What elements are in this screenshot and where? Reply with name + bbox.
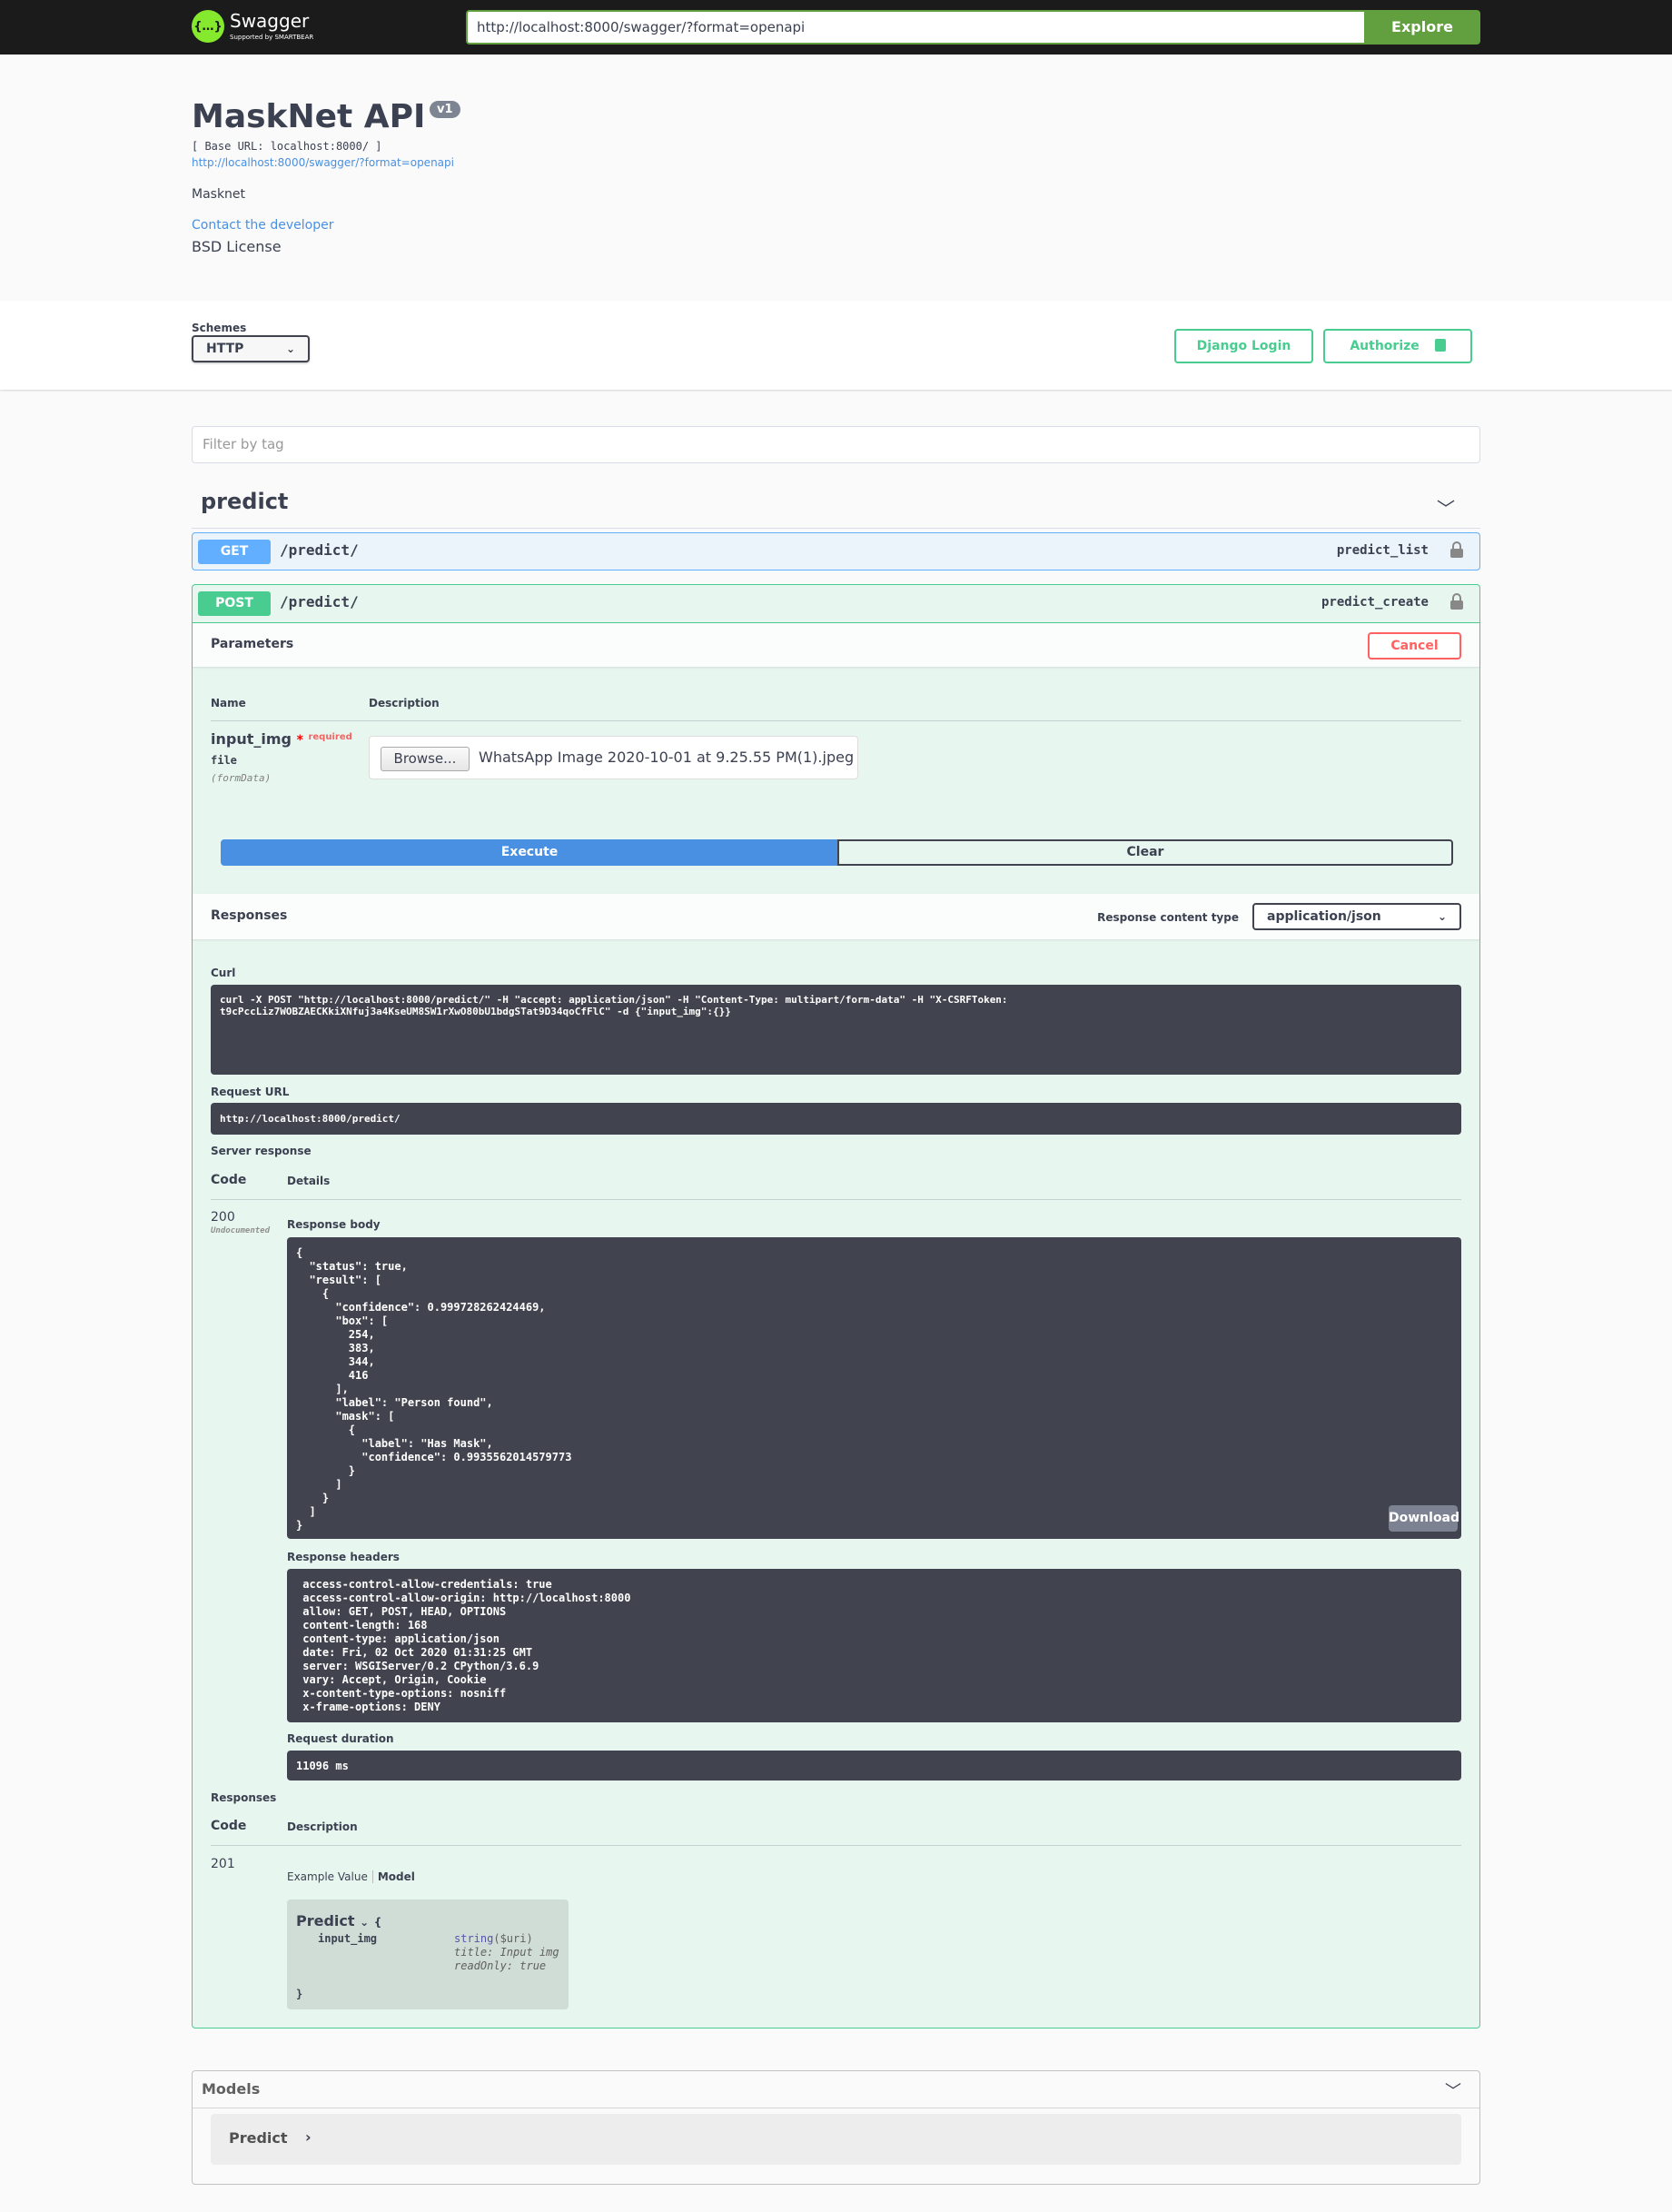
lock-icon[interactable] xyxy=(1450,593,1463,610)
request-duration: 11096 ms xyxy=(287,1751,1461,1781)
explore-button[interactable]: Explore xyxy=(1364,10,1480,45)
cancel-button[interactable]: Cancel xyxy=(1368,632,1461,660)
undocumented-label: Undocumented xyxy=(211,1226,271,1235)
response-body-text: { "status": true, "result": [ { "confide… xyxy=(296,1246,572,1532)
model-prop: input_img xyxy=(318,1932,378,1945)
models-section: Models ﹀ Predict › xyxy=(192,2070,1480,2185)
schemes-select[interactable]: HTTP ⌄ xyxy=(192,335,310,362)
col-code: Code xyxy=(211,1819,247,1833)
model-box: Predict ⌄ { input_img string($uri) title… xyxy=(287,1900,569,2009)
col-description: Description xyxy=(287,1820,358,1833)
operation-id: predict_create xyxy=(1321,595,1429,610)
browse-button[interactable]: Browse... xyxy=(381,747,470,771)
django-login-button[interactable]: Django Login xyxy=(1174,329,1313,363)
spec-link[interactable]: http://localhost:8000/swagger/?format=op… xyxy=(192,156,454,169)
responses-title: Responses xyxy=(211,908,288,923)
tab-model[interactable]: Model xyxy=(378,1870,415,1883)
responses-label: Responses xyxy=(211,1791,277,1804)
model-prop-readonly: readOnly: true xyxy=(454,1959,547,1972)
selected-file-name: WhatsApp Image 2020-10-01 at 9.25.55 PM(… xyxy=(479,749,855,766)
parameters-header: Parameters Cancel xyxy=(193,623,1479,667)
required-label: required xyxy=(308,732,352,742)
operation-path: /predict/ xyxy=(280,541,359,559)
col-details: Details xyxy=(287,1175,331,1187)
param-in: (formData) xyxy=(211,772,272,784)
response-content-type-label: Response content type xyxy=(1097,911,1239,924)
response-content-type-select[interactable]: application/json ⌄ xyxy=(1252,903,1461,930)
swagger-logo[interactable]: {…} Swagger Supported by SMARTBEAR xyxy=(192,10,313,43)
tab-example-value[interactable]: Example Value xyxy=(287,1870,368,1883)
spec-url-input[interactable]: http://localhost:8000/swagger/?format=op… xyxy=(466,10,1365,45)
lock-icon[interactable] xyxy=(1450,541,1463,558)
response-body-label: Response body xyxy=(287,1218,381,1231)
curl-label: Curl xyxy=(211,967,236,979)
param-name: input_img * required xyxy=(211,730,352,748)
divider xyxy=(211,1199,1461,1200)
divider xyxy=(211,1845,1461,1846)
model-close-brace: } xyxy=(296,1988,303,2000)
divider xyxy=(211,720,1461,721)
server-response-label: Server response xyxy=(211,1145,312,1157)
schemes-label: Schemes xyxy=(192,322,247,334)
swagger-logo-icon: {…} xyxy=(192,10,224,43)
license: BSD License xyxy=(192,238,282,255)
chevron-down-icon[interactable]: ﹀ xyxy=(1445,2078,1461,2102)
version-badge: v1 xyxy=(430,101,460,118)
clear-button[interactable]: Clear xyxy=(837,839,1453,866)
filter-by-tag-input[interactable]: Filter by tag xyxy=(192,426,1480,463)
models-title[interactable]: Models xyxy=(202,2080,260,2098)
operation-get-predict[interactable]: GET /predict/ predict_list xyxy=(192,532,1480,570)
logo-subtext: Supported by SMARTBEAR xyxy=(230,34,314,41)
col-name: Name xyxy=(211,697,246,709)
chevron-down-icon: ⌄ xyxy=(285,342,295,355)
chevron-down-icon: ⌄ xyxy=(360,1916,370,1929)
chevron-down-icon[interactable]: ﹀ xyxy=(1437,494,1455,521)
responses-header: Responses Response content type applicat… xyxy=(193,894,1479,939)
response-body: { "status": true, "result": [ { "confide… xyxy=(287,1237,1461,1539)
request-url: http://localhost:8000/predict/ xyxy=(211,1103,1461,1135)
doc-response-code: 201 xyxy=(211,1857,235,1871)
operation-header[interactable]: POST /predict/ predict_create xyxy=(193,585,1479,623)
response-headers: access-control-allow-credentials: true a… xyxy=(287,1569,1461,1722)
model-prop-type: string($uri) xyxy=(454,1932,533,1945)
model-title[interactable]: Predict ⌄ { xyxy=(296,1912,381,1929)
model-prop-title: title: Input img xyxy=(454,1946,559,1959)
authorize-label: Authorize xyxy=(1350,339,1420,353)
method-badge: GET xyxy=(198,540,271,564)
page-title: MaskNet API xyxy=(192,98,426,135)
model-name: Predict xyxy=(229,2129,288,2147)
operation-path: /predict/ xyxy=(280,593,359,610)
method-badge: POST xyxy=(198,591,271,616)
authorize-button[interactable]: Authorize xyxy=(1323,329,1472,363)
unlock-icon xyxy=(1434,339,1446,352)
tag-predict[interactable]: predict xyxy=(201,489,288,514)
divider xyxy=(192,528,1480,529)
col-description: Description xyxy=(369,697,440,709)
response-content-type-value: application/json xyxy=(1267,909,1381,924)
request-duration-label: Request duration xyxy=(287,1732,394,1745)
api-description: Masknet xyxy=(192,187,246,202)
response-code: 200 xyxy=(211,1210,235,1225)
file-input[interactable]: Browse... WhatsApp Image 2020-10-01 at 9… xyxy=(369,736,858,779)
contact-link[interactable]: Contact the developer xyxy=(192,218,333,233)
operation-post-predict: POST /predict/ predict_create Parameters… xyxy=(192,584,1480,2028)
base-url: [ Base URL: localhost:8000/ ] xyxy=(192,140,382,153)
execute-button[interactable]: Execute xyxy=(221,839,838,866)
param-type: file xyxy=(211,754,237,767)
col-code: Code xyxy=(211,1173,247,1187)
parameters-title: Parameters xyxy=(211,637,294,651)
top-bar: {…} Swagger Supported by SMARTBEAR http:/… xyxy=(0,0,1672,55)
response-headers-label: Response headers xyxy=(287,1551,400,1563)
model-item-predict[interactable]: Predict › xyxy=(211,2114,1461,2165)
chevron-down-icon: ⌄ xyxy=(1437,910,1447,923)
operation-id: predict_list xyxy=(1336,543,1429,558)
logo-text: Swagger xyxy=(230,10,310,32)
request-url-label: Request URL xyxy=(211,1086,290,1098)
curl-command: curl -X POST "http://localhost:8000/pred… xyxy=(211,985,1461,1075)
schemes-value: HTTP xyxy=(206,342,244,356)
download-button[interactable]: Download xyxy=(1389,1505,1459,1532)
example-tabs: Example Value Model xyxy=(287,1870,415,1883)
chevron-right-icon: › xyxy=(305,2128,312,2146)
